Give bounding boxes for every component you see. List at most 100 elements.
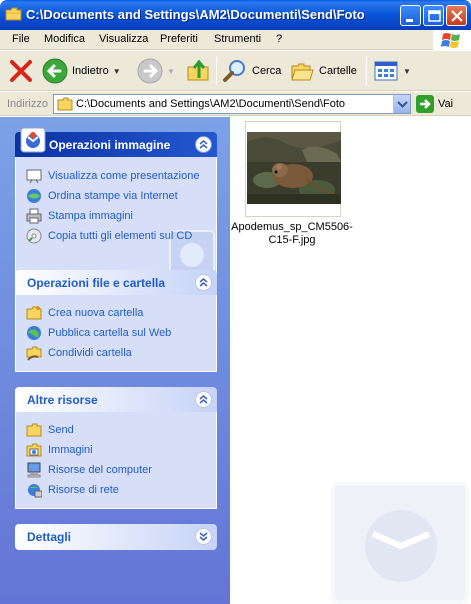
search-button[interactable]: Cerca <box>222 55 281 87</box>
chevron-down-icon <box>397 101 408 108</box>
views-button[interactable]: ▼ <box>373 55 411 87</box>
chevron-up-icon <box>199 140 208 149</box>
search-label: Cerca <box>252 65 282 77</box>
address-input[interactable]: C:\Documents and Settings\AM2\Documenti\… <box>53 94 411 114</box>
toolbar: Indietro ▼ ▼ Cerca Cartelle ▼ <box>0 51 471 91</box>
details-panel: Dettagli <box>15 524 217 550</box>
network-places-icon <box>28 484 42 498</box>
image-tasks-panel: Operazioni immagine Visualizza come pres… <box>15 127 217 278</box>
share-folder-icon <box>26 346 42 361</box>
back-dropdown-icon[interactable]: ▼ <box>113 67 121 76</box>
image-tasks-header[interactable]: Operazioni immagine <box>15 127 217 157</box>
back-arrow-icon <box>42 58 68 84</box>
expand-button[interactable] <box>195 528 212 545</box>
task-label: Visualizza come presentazione <box>48 170 200 182</box>
minimize-icon <box>406 19 413 22</box>
folders-button[interactable]: Cartelle <box>289 55 357 87</box>
task-label: Stampa immagini <box>48 210 133 222</box>
folders-label: Cartelle <box>319 65 357 77</box>
folder-icon <box>5 7 22 21</box>
address-value: C:\Documents and Settings\AM2\Documenti\… <box>76 98 346 110</box>
menu-file[interactable]: File <box>12 33 30 45</box>
windows-logo-icon <box>433 30 471 50</box>
up-folder-icon <box>187 59 209 81</box>
file-tasks-panel: Operazioni file e cartella Crea nuova ca… <box>15 270 217 372</box>
file-tasks-header[interactable]: Operazioni file e cartella <box>15 270 217 295</box>
mouse-photo <box>247 132 341 204</box>
menu-help[interactable]: ? <box>276 33 282 45</box>
place-network[interactable]: Risorse di rete <box>16 480 216 500</box>
file-name-label[interactable]: Apodemus_sp_CM5506-C15-F.jpg <box>230 221 354 247</box>
task-share-folder[interactable]: Condividi cartella <box>16 343 216 363</box>
task-label: Copia tutti gli elementi sul CD <box>48 230 193 242</box>
new-folder-icon <box>26 306 42 320</box>
other-places-panel: Altre risorse Send Immagini Risorse del … <box>15 387 217 509</box>
collapse-button[interactable] <box>195 136 212 153</box>
maximize-button[interactable] <box>423 5 444 26</box>
task-slideshow[interactable]: Visualizza come presentazione <box>16 166 216 186</box>
place-send[interactable]: Send <box>16 420 216 440</box>
up-folder-button[interactable] <box>186 55 212 87</box>
details-title: Dettagli <box>27 530 72 544</box>
address-dropdown-button[interactable] <box>393 95 410 113</box>
go-arrow-icon <box>416 95 434 113</box>
chevron-up-icon <box>199 395 208 404</box>
forward-arrow-icon <box>137 58 163 84</box>
image-tasks-body: Visualizza come presentazione Ordina sta… <box>15 157 217 278</box>
menu-visualizza[interactable]: Visualizza <box>99 33 148 45</box>
collapse-button[interactable] <box>195 274 212 291</box>
printer-icon <box>26 208 42 224</box>
task-label: Condividi cartella <box>48 347 132 359</box>
title-bar[interactable]: C:\Documents and Settings\AM2\Documenti\… <box>0 0 471 30</box>
order-prints-icon <box>27 189 41 203</box>
cd-copy-icon <box>26 228 42 244</box>
folder-icon <box>26 423 42 437</box>
other-places-title: Altre risorse <box>27 393 98 407</box>
folder-icon <box>57 97 73 111</box>
picture-tasks-icon <box>20 127 46 153</box>
collapse-button[interactable] <box>195 391 212 408</box>
close-button[interactable] <box>446 5 467 26</box>
forward-button[interactable]: ▼ <box>137 55 175 87</box>
file-thumbnail[interactable] <box>245 121 341 217</box>
back-label: Indietro <box>72 65 109 77</box>
task-label: Pubblica cartella sul Web <box>48 327 172 339</box>
minimize-button[interactable] <box>400 5 421 26</box>
place-pictures[interactable]: Immagini <box>16 440 216 460</box>
search-icon <box>223 60 245 82</box>
task-pane: Operazioni immagine Visualizza come pres… <box>0 117 230 604</box>
window-title: C:\Documents and Settings\AM2\Documenti\… <box>26 7 365 22</box>
menu-preferiti[interactable]: Preferiti <box>160 33 198 45</box>
pictures-watermark-icon <box>331 482 469 604</box>
views-icon <box>374 61 398 81</box>
go-button[interactable]: Vai <box>416 95 453 113</box>
slideshow-icon <box>26 169 42 184</box>
task-copy-to-cd[interactable]: Copia tutti gli elementi sul CD <box>16 226 216 246</box>
menu-modifica[interactable]: Modifica <box>44 33 85 45</box>
task-label: Risorse di rete <box>48 484 119 496</box>
file-tasks-title: Operazioni file e cartella <box>27 276 166 290</box>
task-print-images[interactable]: Stampa immagini <box>16 206 216 226</box>
details-header[interactable]: Dettagli <box>15 524 217 550</box>
back-button[interactable]: Indietro ▼ <box>42 55 121 87</box>
task-label: Ordina stampe via Internet <box>48 190 178 202</box>
task-order-prints[interactable]: Ordina stampe via Internet <box>16 186 216 206</box>
forward-dropdown-icon[interactable]: ▼ <box>167 67 175 76</box>
my-computer-icon <box>27 462 41 478</box>
task-label: Send <box>48 424 74 436</box>
task-new-folder[interactable]: Crea nuova cartella <box>16 303 216 323</box>
other-places-body: Send Immagini Risorse del computer Risor… <box>15 412 217 509</box>
pictures-folder-icon <box>26 443 42 457</box>
go-label: Vai <box>438 98 454 110</box>
chevron-up-icon <box>199 278 208 287</box>
stop-button[interactable] <box>8 55 34 87</box>
file-list-view[interactable]: Apodemus_sp_CM5506-C15-F.jpg <box>230 117 471 604</box>
other-places-header[interactable]: Altre risorse <box>15 387 217 412</box>
task-publish-web[interactable]: Pubblica cartella sul Web <box>16 323 216 343</box>
place-my-computer[interactable]: Risorse del computer <box>16 460 216 480</box>
task-label: Immagini <box>48 444 93 456</box>
file-tasks-body: Crea nuova cartella Pubblica cartella su… <box>15 295 217 372</box>
task-label: Crea nuova cartella <box>48 307 144 319</box>
menu-strumenti[interactable]: Strumenti <box>214 33 261 45</box>
views-dropdown-icon[interactable]: ▼ <box>403 67 411 76</box>
